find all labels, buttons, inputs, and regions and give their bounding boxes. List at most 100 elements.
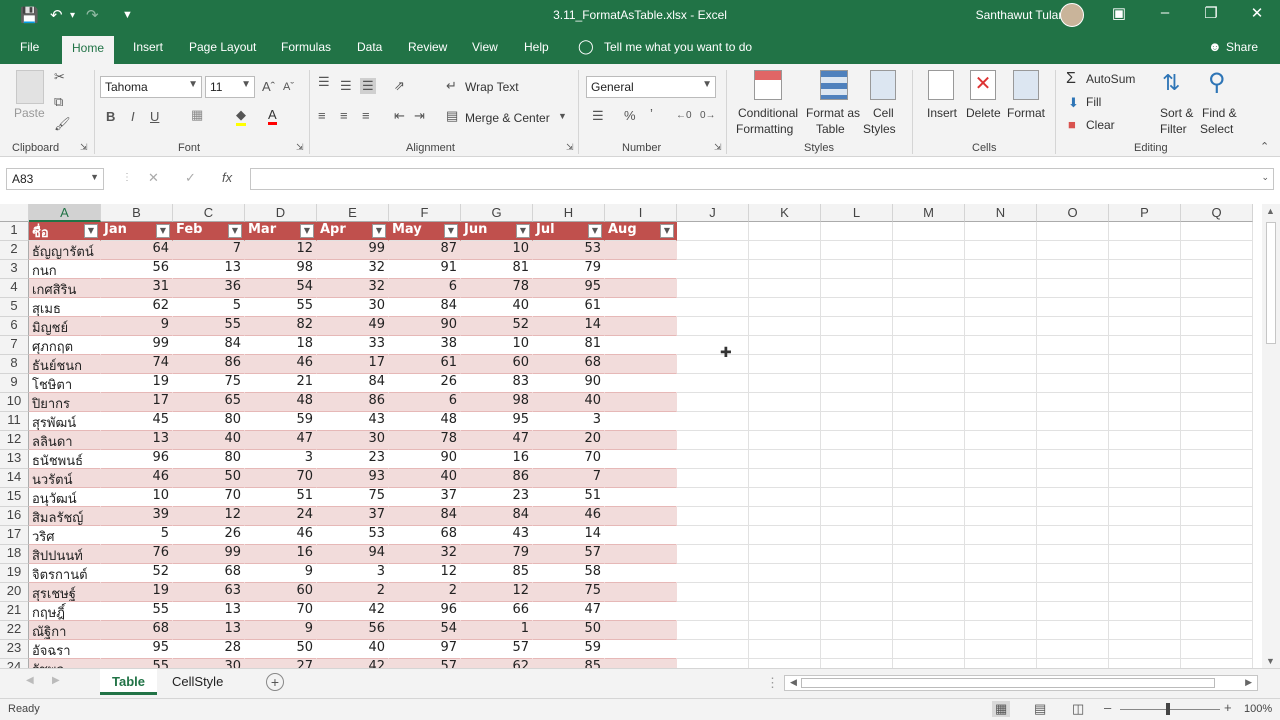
cell[interactable]: 53: [317, 526, 389, 545]
cell[interactable]: [605, 241, 677, 260]
cell[interactable]: [965, 602, 1037, 621]
cell[interactable]: [1109, 602, 1181, 621]
cell[interactable]: [1037, 526, 1109, 545]
cell[interactable]: 31: [101, 279, 173, 298]
cell[interactable]: 50: [173, 469, 245, 488]
cell[interactable]: 13: [173, 621, 245, 640]
cell[interactable]: [1037, 640, 1109, 659]
zoom-level[interactable]: 100%: [1244, 703, 1272, 715]
cell[interactable]: 26: [173, 526, 245, 545]
cell[interactable]: 42: [317, 602, 389, 621]
cell[interactable]: 1: [461, 621, 533, 640]
cell[interactable]: 2: [389, 583, 461, 602]
cell[interactable]: [749, 241, 821, 260]
cell[interactable]: [821, 241, 893, 260]
cell[interactable]: 98: [461, 393, 533, 412]
format-as-table-icon[interactable]: [820, 70, 848, 100]
cell[interactable]: [1181, 488, 1253, 507]
cell[interactable]: 57: [461, 640, 533, 659]
cell[interactable]: [1037, 336, 1109, 355]
cell[interactable]: 56: [101, 260, 173, 279]
cell[interactable]: 95: [533, 279, 605, 298]
cell[interactable]: 66: [461, 602, 533, 621]
tab-split-icon[interactable]: ⋮: [766, 675, 779, 691]
cell[interactable]: 37: [389, 488, 461, 507]
cell[interactable]: [893, 374, 965, 393]
cell[interactable]: 38: [389, 336, 461, 355]
comma-icon[interactable]: ’: [650, 106, 653, 121]
increase-indent-icon[interactable]: ⇥: [414, 108, 425, 124]
cell[interactable]: 82: [245, 317, 317, 336]
cell[interactable]: [749, 260, 821, 279]
insert-cells-icon[interactable]: [928, 70, 954, 100]
cell[interactable]: 23: [461, 488, 533, 507]
align-middle-icon[interactable]: ☰: [340, 78, 352, 94]
format-cells-icon[interactable]: [1013, 70, 1039, 100]
cell[interactable]: 3: [317, 564, 389, 583]
cell[interactable]: 7: [533, 469, 605, 488]
cell[interactable]: 84: [389, 507, 461, 526]
cell[interactable]: [1037, 469, 1109, 488]
cell[interactable]: [965, 260, 1037, 279]
cell[interactable]: 20: [533, 431, 605, 450]
cell[interactable]: 33: [317, 336, 389, 355]
cell[interactable]: 68: [101, 621, 173, 640]
format-painter-icon[interactable]: 🖌: [54, 116, 71, 132]
cell[interactable]: 14: [533, 317, 605, 336]
row-header[interactable]: 7: [0, 336, 29, 355]
cell[interactable]: 60: [245, 583, 317, 602]
column-header[interactable]: M: [893, 204, 965, 222]
cell[interactable]: [965, 393, 1037, 412]
cell[interactable]: กฤษฎิ์: [29, 602, 101, 621]
align-left-icon[interactable]: ≡: [318, 108, 326, 123]
share-button[interactable]: Share: [1226, 40, 1258, 54]
cell[interactable]: 30: [173, 659, 245, 668]
cell[interactable]: [749, 469, 821, 488]
cell[interactable]: 84: [389, 298, 461, 317]
cell[interactable]: 63: [173, 583, 245, 602]
filter-dropdown-icon[interactable]: ▼: [372, 224, 386, 238]
cell[interactable]: 12: [461, 583, 533, 602]
cell[interactable]: 6: [389, 393, 461, 412]
cell[interactable]: [605, 336, 677, 355]
cell[interactable]: [677, 298, 749, 317]
cell[interactable]: [1037, 317, 1109, 336]
cell[interactable]: 87: [389, 241, 461, 260]
cell[interactable]: [1109, 659, 1181, 668]
cell[interactable]: [821, 621, 893, 640]
row-header[interactable]: 3: [0, 260, 29, 279]
format-as-table-label-1[interactable]: Format as: [806, 106, 860, 120]
cell[interactable]: [1109, 488, 1181, 507]
cell[interactable]: [605, 526, 677, 545]
cell[interactable]: นวรัตน์: [29, 469, 101, 488]
cell[interactable]: สุเมธ: [29, 298, 101, 317]
increase-decimal-icon[interactable]: ←0: [676, 110, 692, 121]
cell[interactable]: 61: [389, 355, 461, 374]
cell[interactable]: 97: [389, 640, 461, 659]
cell[interactable]: [1109, 222, 1181, 241]
cell[interactable]: [893, 298, 965, 317]
cell[interactable]: [965, 469, 1037, 488]
cell[interactable]: [965, 317, 1037, 336]
cell[interactable]: [1181, 374, 1253, 393]
format-button[interactable]: Format: [1007, 106, 1045, 120]
row-header[interactable]: 21: [0, 602, 29, 621]
cell[interactable]: 18: [245, 336, 317, 355]
cell[interactable]: [821, 526, 893, 545]
dialog-launcher-icon[interactable]: ⇲: [566, 142, 574, 153]
cell[interactable]: [1037, 298, 1109, 317]
table-header-cell[interactable]: ชื่อ ▼: [29, 222, 101, 241]
row-header[interactable]: 2: [0, 241, 29, 260]
cell[interactable]: [677, 469, 749, 488]
align-right-icon[interactable]: ≡: [362, 108, 370, 123]
cell[interactable]: 45: [101, 412, 173, 431]
cell[interactable]: 28: [173, 640, 245, 659]
cell[interactable]: [893, 488, 965, 507]
merge-icon[interactable]: ▤: [446, 108, 458, 124]
cell[interactable]: [749, 393, 821, 412]
cell[interactable]: 24: [245, 507, 317, 526]
cell[interactable]: รัชพล: [29, 659, 101, 668]
cell[interactable]: [965, 412, 1037, 431]
formula-input[interactable]: ⌄: [250, 168, 1274, 190]
tab-home[interactable]: Home: [62, 36, 115, 64]
